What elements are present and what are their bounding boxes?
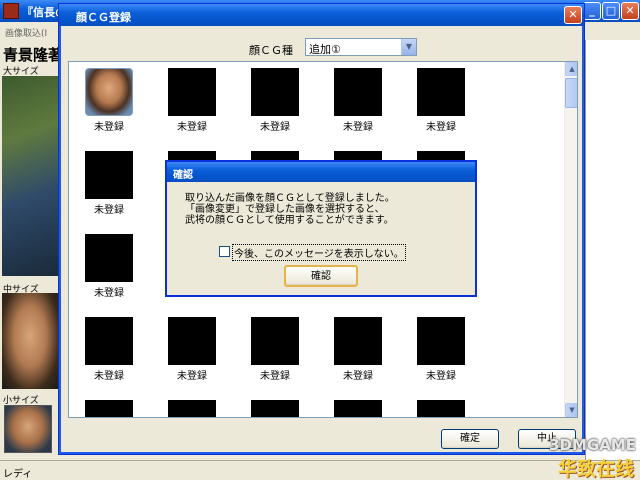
cg-slot[interactable]: 未登録 bbox=[73, 317, 143, 387]
confirm-title: 確認 bbox=[173, 170, 193, 181]
empty-thumbnail bbox=[417, 317, 465, 365]
cg-type-value: 追加① bbox=[309, 43, 341, 56]
slot-label: 未登録 bbox=[94, 205, 124, 216]
cg-slot[interactable] bbox=[156, 400, 226, 417]
empty-thumbnail bbox=[251, 400, 299, 417]
cg-type-label: 顔ＣＧ種 bbox=[249, 44, 293, 57]
slot-label: 未登録 bbox=[94, 371, 124, 382]
image-import-menu[interactable]: 画像取込(Ⅰ bbox=[0, 22, 60, 40]
empty-thumbnail bbox=[168, 317, 216, 365]
slot-label: 未登録 bbox=[177, 371, 207, 382]
app-icon bbox=[3, 3, 19, 19]
slot-label: 未登録 bbox=[343, 371, 373, 382]
cg-slot[interactable]: 未登録 bbox=[73, 151, 143, 221]
scroll-up-icon[interactable]: ▲ bbox=[565, 62, 577, 76]
dialog-close-button[interactable]: ✕ bbox=[564, 6, 582, 24]
cg-slot[interactable]: 未登録 bbox=[322, 68, 392, 138]
confirm-titlebar[interactable]: 確認 bbox=[167, 162, 475, 182]
message-line: 武将の顔ＣＧとして使用することができます。 bbox=[185, 215, 394, 226]
maximize-button[interactable]: □ bbox=[602, 2, 620, 20]
minimize-button[interactable]: _ bbox=[583, 2, 601, 20]
dont-show-again-checkbox[interactable] bbox=[219, 246, 230, 257]
confirm-dialog: 確認 取り込んだ画像を顔ＣＧとして登録しました。 「画像変更」で登録した画像を選… bbox=[165, 160, 477, 297]
cg-type-select[interactable]: 追加① ▼ bbox=[305, 38, 417, 56]
right-panel bbox=[585, 40, 640, 460]
empty-thumbnail bbox=[85, 400, 133, 417]
empty-thumbnail bbox=[85, 234, 133, 282]
cg-slot[interactable]: 未登録 bbox=[405, 317, 475, 387]
scroll-down-icon[interactable]: ▼ bbox=[565, 403, 577, 417]
slot-label: 未登録 bbox=[426, 371, 456, 382]
empty-thumbnail bbox=[168, 68, 216, 116]
slot-label: 未登録 bbox=[426, 122, 456, 133]
dialog-title: 顔ＣＧ登録 bbox=[76, 11, 131, 24]
slot-label: 未登録 bbox=[177, 122, 207, 133]
empty-thumbnail bbox=[251, 317, 299, 365]
portrait-thumbnail bbox=[85, 68, 133, 116]
status-text: レディ bbox=[3, 469, 33, 480]
cg-slot[interactable]: 未登録 bbox=[156, 317, 226, 387]
cg-slot[interactable]: 未登録 bbox=[73, 68, 143, 138]
empty-thumbnail bbox=[251, 68, 299, 116]
watermark-bottom-text: 华致在线 bbox=[557, 458, 634, 480]
cg-slot[interactable]: 未登録 bbox=[239, 68, 309, 138]
slot-label: 未登録 bbox=[260, 122, 290, 133]
watermark-top-text: 3DMGAME bbox=[549, 436, 636, 454]
vertical-scrollbar[interactable]: ▲ ▼ bbox=[564, 62, 577, 417]
slot-label: 未登録 bbox=[94, 122, 124, 133]
dont-show-again-label[interactable]: 今後、このメッセージを表示しない。 bbox=[232, 244, 406, 261]
cg-slot[interactable]: 未登録 bbox=[73, 234, 143, 304]
cg-slot[interactable] bbox=[239, 400, 309, 417]
watermark: 3DMGAME 华致在线 bbox=[540, 436, 640, 480]
slot-label: 未登録 bbox=[343, 122, 373, 133]
empty-thumbnail bbox=[334, 68, 382, 116]
chevron-down-icon[interactable]: ▼ bbox=[401, 39, 416, 55]
dialog-titlebar[interactable]: 顔ＣＧ登録 ✕ bbox=[59, 4, 584, 26]
mid-portrait-image bbox=[2, 293, 58, 389]
empty-thumbnail bbox=[334, 317, 382, 365]
empty-thumbnail bbox=[85, 151, 133, 199]
cg-slot[interactable]: 未登録 bbox=[322, 317, 392, 387]
slot-label: 未登録 bbox=[260, 371, 290, 382]
slot-label: 未登録 bbox=[94, 288, 124, 299]
large-portrait-image bbox=[2, 76, 58, 276]
confirm-ok-button[interactable]: 確認 bbox=[284, 265, 358, 287]
empty-thumbnail bbox=[417, 68, 465, 116]
parent-close-button[interactable]: ✕ bbox=[621, 2, 639, 20]
cg-slot[interactable]: 未登録 bbox=[156, 68, 226, 138]
character-name: 青景隆著 bbox=[3, 46, 59, 64]
cg-slot[interactable]: 未登録 bbox=[405, 68, 475, 138]
empty-thumbnail bbox=[334, 400, 382, 417]
cg-slot[interactable] bbox=[405, 400, 475, 417]
cg-slot[interactable] bbox=[73, 400, 143, 417]
empty-thumbnail bbox=[417, 400, 465, 417]
scroll-thumb[interactable] bbox=[565, 78, 577, 108]
cg-slot[interactable] bbox=[322, 400, 392, 417]
empty-thumbnail bbox=[85, 317, 133, 365]
cg-slot[interactable]: 未登録 bbox=[239, 317, 309, 387]
small-portrait-image bbox=[4, 405, 52, 453]
empty-thumbnail bbox=[168, 400, 216, 417]
confirm-button[interactable]: 確定 bbox=[441, 429, 499, 449]
